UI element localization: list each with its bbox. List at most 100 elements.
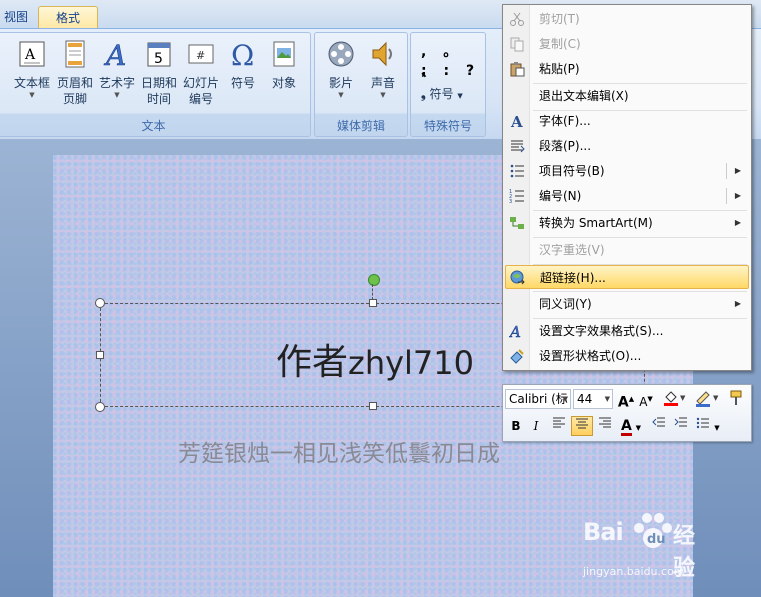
- font-icon: A: [510, 113, 523, 129]
- watermark-url: jingyan.baidu.com: [583, 565, 685, 578]
- resize-handle-sw[interactable]: [95, 402, 105, 412]
- bullets-dropdown-button[interactable]: ▼: [693, 416, 723, 436]
- align-right-icon: [599, 417, 611, 428]
- menu-item-label: 复制(C): [539, 37, 581, 51]
- ribbon-group-special-symbols: , 。 、 ; : ? ❟ 符号 ▼ 特殊符号: [410, 32, 486, 137]
- dropdown-arrow-icon: ▼: [338, 91, 344, 99]
- ribbon-group-text: A 文本框 ▼ 页眉和 页脚 A 艺术字 ▼ 5 日期和 时间 # 幻灯片 编号: [0, 32, 311, 137]
- context-menu: 剪切(T) 复制(C) 粘贴(P) 退出文本编辑(X) A 字体(F)... 段…: [502, 4, 752, 371]
- menu-item-hyperlink[interactable]: 超链接(H)...: [505, 265, 749, 289]
- scissors-icon: [510, 12, 524, 26]
- svg-text:A: A: [24, 47, 36, 63]
- tab-view[interactable]: 视图: [0, 6, 36, 28]
- slide-number-icon: #: [188, 44, 214, 64]
- wordart-label: 艺术字: [98, 76, 135, 90]
- menu-item-reconvert[interactable]: 汉字重选(V): [505, 238, 749, 262]
- slide-subtitle[interactable]: 芳筵银烛一相见浅笑低鬟初日成: [178, 434, 500, 468]
- menu-item-paste[interactable]: 粘贴(P): [505, 57, 749, 81]
- object-icon: [273, 41, 295, 67]
- resize-handle-s[interactable]: [369, 402, 377, 410]
- pen-icon: ▼: [696, 391, 719, 407]
- bold-button[interactable]: B: [507, 416, 525, 436]
- textbox-icon: A: [19, 41, 45, 67]
- svg-text:Ω: Ω: [231, 39, 254, 69]
- menu-item-paragraph[interactable]: 段落(P)...: [505, 134, 749, 158]
- align-right-button[interactable]: [595, 416, 615, 436]
- movie-button[interactable]: 影片 ▼: [321, 39, 361, 99]
- font-color-button[interactable]: A ▼: [617, 416, 645, 436]
- increase-indent-button[interactable]: [671, 416, 691, 436]
- menu-item-label: 项目符号(B): [539, 164, 605, 178]
- menu-item-bullets[interactable]: 项目符号(B) ▶: [505, 159, 749, 183]
- header-footer-button[interactable]: 页眉和 页脚: [55, 39, 95, 107]
- textbox-button[interactable]: A 文本框 ▼: [11, 39, 53, 99]
- header-footer-label-2: 页脚: [62, 92, 87, 106]
- date-time-label-2: 时间: [146, 92, 171, 106]
- dropdown-arrow-icon: ▼: [29, 91, 35, 99]
- special-symbols-row-2[interactable]: ; : ?: [421, 63, 480, 79]
- menu-item-text-effects[interactable]: A 设置文字效果格式(S)...: [505, 319, 749, 343]
- wordart-button[interactable]: A 艺术字 ▼: [97, 39, 137, 99]
- paint-bucket-icon: ▼: [664, 391, 686, 406]
- sound-button[interactable]: 声音 ▼: [363, 39, 403, 99]
- rotation-connector: [372, 284, 373, 300]
- hyperlink-icon: [510, 270, 525, 285]
- menu-item-label: 退出文本编辑(X): [539, 89, 629, 103]
- object-button[interactable]: 对象: [265, 39, 303, 91]
- rotation-handle[interactable]: [368, 274, 380, 286]
- slide-number-button[interactable]: # 幻灯片 编号: [181, 39, 221, 107]
- symbol-button[interactable]: Ω 符号: [225, 39, 261, 91]
- group-title-media: 媒体剪辑: [336, 119, 385, 133]
- menu-item-convert-smartart[interactable]: 转换为 SmartArt(M) ▶: [505, 211, 749, 235]
- menu-item-exit-text-edit[interactable]: 退出文本编辑(X): [505, 84, 749, 108]
- menu-item-numbering[interactable]: 123 编号(N) ▶: [505, 184, 749, 208]
- dropdown-arrow-icon: ▼: [114, 91, 120, 99]
- menu-item-shape-format[interactable]: 设置形状格式(O)...: [505, 344, 749, 368]
- svg-text:▼: ▼: [713, 394, 719, 402]
- align-left-button[interactable]: [549, 416, 569, 436]
- align-center-button[interactable]: [571, 416, 593, 436]
- shrink-font-button[interactable]: A▼: [637, 389, 655, 409]
- menu-item-font[interactable]: A 字体(F)...: [505, 109, 749, 133]
- tab-format[interactable]: 格式: [38, 6, 98, 28]
- svg-text:3: 3: [509, 199, 512, 204]
- format-painter-button[interactable]: [727, 389, 747, 409]
- decrease-indent-button[interactable]: [649, 416, 669, 436]
- sound-label: 声音: [370, 76, 395, 90]
- baidu-paw-logo: du: [634, 513, 672, 548]
- bullets-icon: [697, 417, 710, 429]
- svg-text:A: A: [103, 39, 126, 69]
- date-time-button[interactable]: 5 日期和 时间: [139, 39, 179, 107]
- slide-number-label-2: 编号: [188, 92, 213, 106]
- slide-title[interactable]: 作者zhyl710: [276, 333, 474, 385]
- italic-button[interactable]: I: [527, 416, 545, 436]
- menu-item-label: 设置形状格式(O)...: [539, 349, 642, 363]
- grow-font-button[interactable]: A▲: [617, 389, 635, 411]
- svg-text:du: du: [647, 532, 666, 547]
- resize-handle-n[interactable]: [369, 299, 377, 307]
- resize-handle-nw[interactable]: [95, 298, 105, 308]
- svg-text:A: A: [510, 113, 523, 129]
- menu-item-label: 粘贴(P): [539, 62, 580, 76]
- bullets-icon: [510, 164, 524, 178]
- text-effects-icon: A: [509, 323, 521, 339]
- symbol-dropdown-label: 符号: [429, 87, 454, 101]
- fill-color-button[interactable]: ▼: [661, 389, 689, 409]
- menu-item-copy[interactable]: 复制(C): [505, 32, 749, 56]
- paragraph-icon: [511, 140, 525, 153]
- font-size-combo[interactable]: 44 ▼: [573, 389, 613, 409]
- speaker-icon: [372, 41, 392, 67]
- menu-item-label: 段落(P)...: [539, 139, 592, 153]
- menu-item-cut[interactable]: 剪切(T): [505, 7, 749, 31]
- omega-icon: Ω: [231, 39, 254, 72]
- resize-handle-w[interactable]: [96, 351, 104, 359]
- svg-text:A: A: [509, 323, 521, 339]
- font-name-combo[interactable]: Calibri (标 ▼: [505, 389, 571, 409]
- menu-item-synonyms[interactable]: 同义词(Y) ▶: [505, 292, 749, 316]
- symbol-dropdown-button[interactable]: ❟ 符号 ▼: [421, 85, 463, 102]
- baidu-watermark: Bai du 经验 jingyan.baidu.com: [583, 513, 695, 581]
- font-name-value: Calibri (标: [509, 392, 568, 406]
- ribbon-group-media: 影片 ▼ 声音 ▼ 媒体剪辑: [314, 32, 408, 137]
- line-color-button[interactable]: ▼: [693, 389, 723, 409]
- slide-number-label: 幻灯片: [182, 76, 219, 90]
